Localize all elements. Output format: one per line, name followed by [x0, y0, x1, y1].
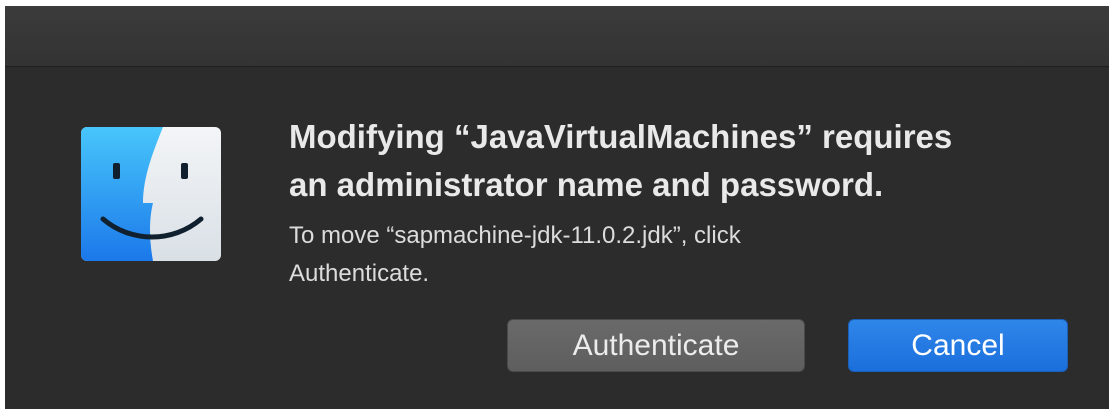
authenticate-button[interactable]: Authenticate: [507, 319, 805, 372]
dialog-heading: Modifying “JavaVirtualMachines” requires…: [289, 113, 1069, 209]
heading-line-2: an administrator name and password.: [289, 166, 884, 203]
cancel-button[interactable]: Cancel: [848, 319, 1068, 372]
dialog-titlebar[interactable]: [5, 6, 1109, 67]
message-line-2: Authenticate.: [289, 260, 430, 287]
dialog-message: To move “sapmachine-jdk-11.0.2.jdk”, cli…: [289, 217, 989, 293]
heading-line-1: Modifying “JavaVirtualMachines” requires: [289, 118, 953, 155]
finder-icon: [81, 127, 221, 261]
message-line-1: To move “sapmachine-jdk-11.0.2.jdk”, cli…: [289, 222, 741, 249]
authentication-dialog: Modifying “JavaVirtualMachines” requires…: [5, 6, 1109, 409]
